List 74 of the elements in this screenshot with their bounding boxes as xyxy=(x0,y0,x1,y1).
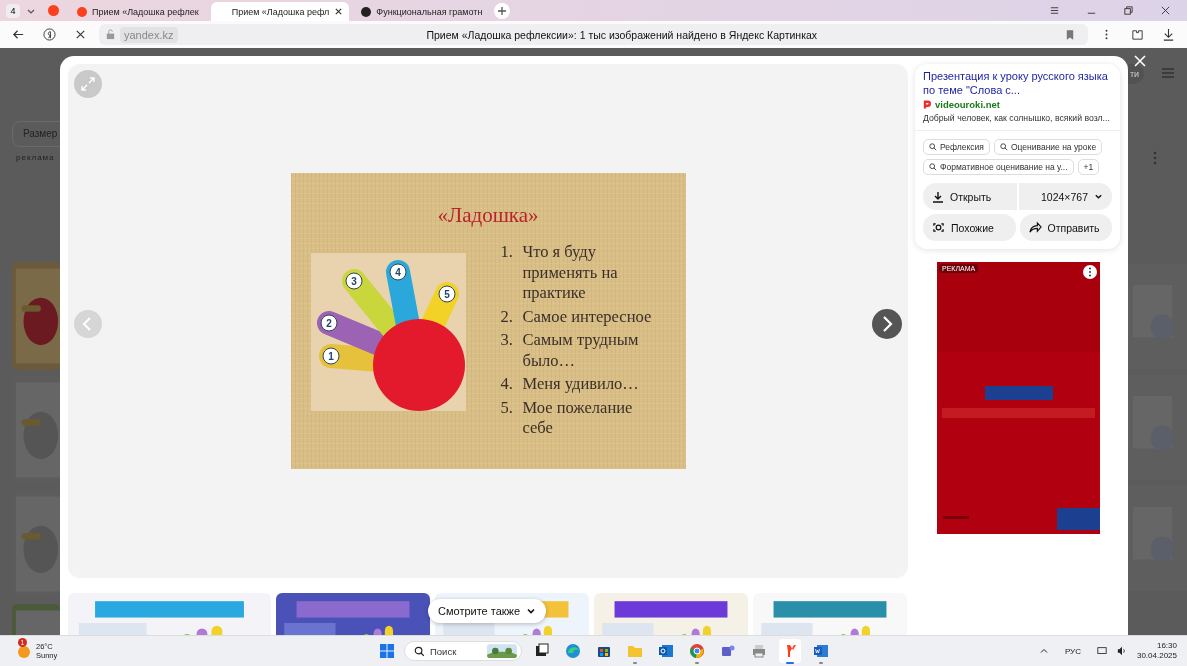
teams-icon xyxy=(720,643,736,659)
source-title-link[interactable]: Презентация к уроку русского языка по теме "Слова с... xyxy=(923,69,1112,97)
more-tags-button[interactable]: +1 xyxy=(1077,159,1100,175)
search-icon xyxy=(929,163,937,171)
list-number: 4. xyxy=(500,374,514,395)
new-tab-icon[interactable] xyxy=(494,2,511,19)
close-icon[interactable] xyxy=(334,7,344,16)
slide-title: «Ладошка» xyxy=(437,203,539,228)
bookmark-icon[interactable] xyxy=(1066,29,1074,40)
back-icon[interactable] xyxy=(12,28,25,41)
camera-lens-icon xyxy=(932,221,945,234)
speaker-icon[interactable] xyxy=(1116,646,1127,656)
tab-count-button[interactable]: 4 xyxy=(6,3,20,18)
search-tag[interactable]: Формативное оценивание на у... xyxy=(923,159,1074,175)
site-logo-icon xyxy=(923,100,931,109)
source-description: Добрый человек, как солнышко, всякий возл... xyxy=(923,113,1111,123)
edge-icon xyxy=(565,643,581,659)
list-item-text: Самое интересное xyxy=(522,306,652,327)
search-icon xyxy=(414,645,425,657)
menu-icon[interactable] xyxy=(1049,5,1060,16)
more-icon[interactable] xyxy=(1083,265,1097,279)
clock[interactable]: 16:30 30.04.2025 xyxy=(1136,641,1177,661)
task-view-icon xyxy=(534,643,550,659)
printer-icon xyxy=(751,643,767,659)
list-number: 2. xyxy=(500,306,514,327)
monitor-icon[interactable] xyxy=(1096,646,1107,656)
download-icon xyxy=(932,190,944,203)
chevron-up-icon[interactable] xyxy=(1038,646,1049,656)
lock-icon[interactable] xyxy=(105,29,116,40)
search-tag[interactable]: Оценивание на уроке xyxy=(993,139,1103,155)
windows-start-icon[interactable] xyxy=(379,643,395,659)
partial-button[interactable]: ти xyxy=(1128,64,1145,84)
list-item-text: Что я буду применять на практике xyxy=(522,242,619,304)
browser-tab[interactable]: Прием «Ладошка рефл xyxy=(210,2,350,21)
download-icon[interactable] xyxy=(1162,28,1175,41)
finger-number: 4 xyxy=(389,263,406,281)
list-item-text: Самым трудным было… xyxy=(522,330,640,371)
chrome-icon xyxy=(689,643,705,659)
similar-button[interactable]: Похожие xyxy=(923,214,1016,241)
word-icon xyxy=(813,643,829,659)
size-dropdown[interactable]: 1024×767 xyxy=(1018,183,1112,210)
page-title: Прием «Ладошка рефлексии»: 1 тыс изображений найдено в Яндекс Картинках xyxy=(425,28,819,41)
finger-number: 5 xyxy=(438,285,455,303)
open-button[interactable]: Открыть xyxy=(923,183,1017,210)
taskbar-search-field[interactable]: Поиск xyxy=(404,641,522,661)
restore-icon[interactable] xyxy=(1123,5,1134,16)
finger-number: 2 xyxy=(320,314,337,332)
list-number: 1. xyxy=(500,242,514,263)
finger-number: 3 xyxy=(345,272,362,290)
close-icon[interactable] xyxy=(1160,5,1171,16)
share-button[interactable]: Отправить xyxy=(1019,214,1112,241)
site-link[interactable]: videouroki.net xyxy=(935,99,1000,110)
mail-app-icon xyxy=(658,643,674,659)
list-number: 3. xyxy=(500,330,514,351)
list-number: 5. xyxy=(500,397,514,419)
language-indicator[interactable]: РУС xyxy=(1064,646,1081,656)
yandex-tab-icon[interactable] xyxy=(48,5,59,16)
see-also-button[interactable]: Смотрите также xyxy=(428,599,547,623)
chevron-down-icon xyxy=(526,606,537,616)
search-icon xyxy=(999,143,1008,151)
stop-icon[interactable] xyxy=(74,28,87,41)
extensions-icon[interactable] xyxy=(1131,28,1144,41)
chevron-down-icon xyxy=(1094,192,1103,201)
finger-number: 1 xyxy=(322,347,339,365)
search-tag[interactable]: Рефлексия xyxy=(923,139,990,155)
search-icon xyxy=(929,143,937,151)
yandex-logo-icon[interactable] xyxy=(43,28,56,41)
browser-tab[interactable]: Прием «Ладошка рефлек xyxy=(71,2,205,21)
list-item-text: Мое пожелание себе xyxy=(522,397,634,439)
share-icon xyxy=(1028,221,1042,234)
browser-tab[interactable]: Функциональная грамотн xyxy=(355,2,489,21)
folder-icon xyxy=(627,643,643,659)
list-item-text: Меня удивило… xyxy=(522,374,639,395)
next-icon[interactable] xyxy=(872,309,902,339)
